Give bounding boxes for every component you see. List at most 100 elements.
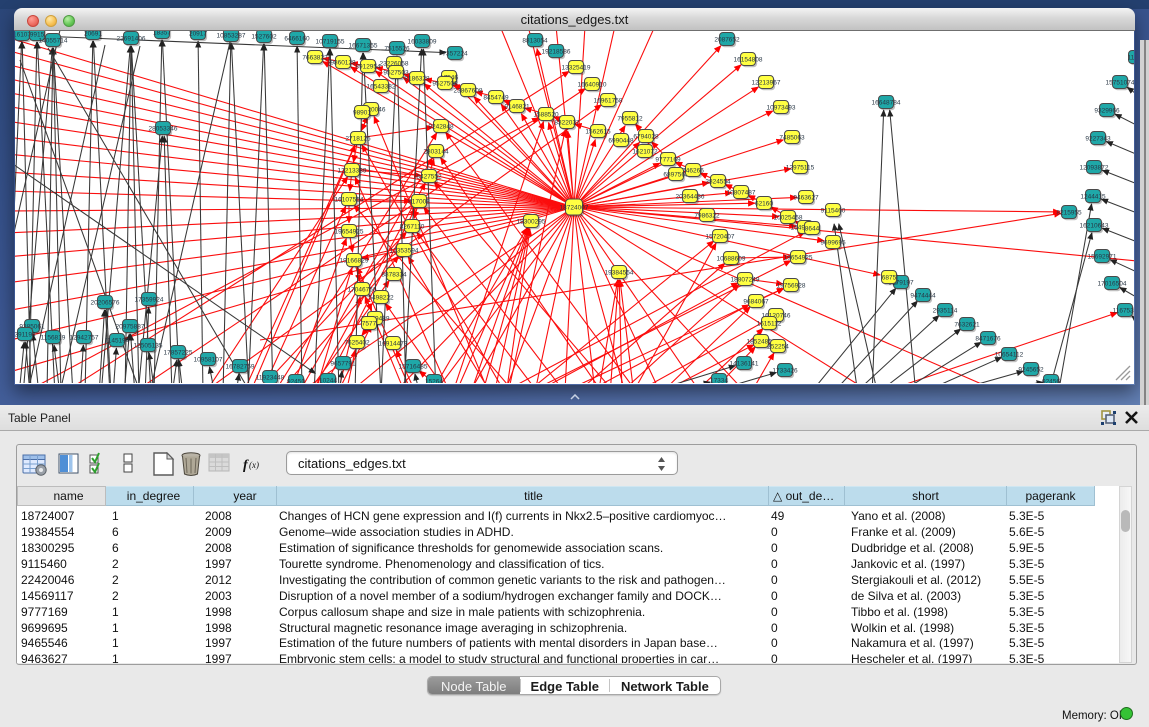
svg-text:10958107: 10958107 (194, 356, 223, 363)
svg-text:9860128: 9860128 (330, 59, 356, 66)
svg-text:20691: 20691 (84, 31, 102, 37)
svg-text:8471676: 8471676 (975, 335, 1001, 342)
svg-text:12353594: 12353594 (390, 247, 419, 254)
svg-text:15716485: 15716485 (399, 363, 428, 370)
svg-text:8912954: 8912954 (355, 63, 381, 70)
svg-text:746266: 746266 (682, 167, 704, 174)
svg-text:16648784: 16648784 (872, 99, 901, 106)
svg-text:19218586: 19218586 (542, 48, 571, 55)
svg-text:1562615: 1562615 (585, 128, 611, 135)
svg-text:7955812: 7955812 (617, 115, 643, 122)
svg-text:6466160: 6466160 (284, 35, 310, 42)
svg-text:7632621: 7632621 (954, 321, 980, 328)
svg-text:6990448: 6990448 (608, 137, 634, 144)
svg-text:17046766: 17046766 (348, 286, 377, 293)
svg-text:1145194: 1145194 (105, 337, 130, 344)
svg-text:8215955: 8215955 (1056, 209, 1082, 216)
svg-text:17857225: 17857225 (164, 349, 193, 356)
svg-text:9115460: 9115460 (821, 207, 846, 214)
svg-text:10025458: 10025458 (774, 214, 803, 221)
svg-text:7485063: 7485063 (779, 134, 805, 141)
svg-text:12093872: 12093872 (1080, 164, 1109, 171)
svg-text:16210643: 16210643 (1080, 222, 1109, 229)
svg-text:14055714: 14055714 (39, 37, 68, 44)
svg-text:16107554: 16107554 (335, 196, 364, 203)
svg-text:23867608: 23867608 (454, 87, 483, 94)
svg-text:1156819: 1156819 (41, 334, 66, 341)
svg-text:2803144: 2803144 (423, 148, 449, 155)
svg-text:2935114: 2935114 (933, 307, 958, 314)
svg-text:18300295: 18300295 (517, 218, 546, 225)
svg-text:14136141: 14136141 (730, 360, 759, 367)
svg-text:3824554: 3824554 (705, 178, 731, 185)
svg-text:7577: 7577 (362, 320, 377, 327)
svg-text:252254: 252254 (767, 343, 789, 350)
svg-text:7515526: 7515526 (384, 45, 410, 52)
svg-text:2087652: 2087652 (714, 36, 740, 43)
svg-text:12213389: 12213389 (338, 167, 367, 174)
svg-text:92456: 92456 (1042, 378, 1060, 383)
svg-text:9463627: 9463627 (793, 194, 819, 201)
svg-text:15264: 15264 (425, 378, 443, 383)
svg-text:8454749: 8454749 (483, 94, 509, 101)
svg-text:8878334: 8878334 (381, 271, 407, 278)
svg-text:9527508: 9527508 (432, 80, 458, 87)
svg-text:391194: 391194 (15, 331, 36, 338)
svg-text:6875: 6875 (882, 274, 897, 281)
svg-text:1527602: 1527602 (251, 33, 277, 40)
svg-text:16154808: 16154808 (734, 56, 763, 63)
svg-text:19654925: 19654925 (784, 254, 813, 261)
svg-text:9227343: 9227343 (1085, 135, 1111, 142)
svg-text:8813054: 8813054 (522, 37, 548, 44)
svg-text:10853287: 10853287 (217, 32, 246, 39)
svg-text:1621072: 1621072 (632, 148, 658, 155)
svg-text:15720407: 15720407 (706, 233, 735, 240)
svg-text:19756928: 19756928 (777, 282, 806, 289)
svg-text:8427552: 8427552 (416, 173, 442, 180)
svg-text:9242848: 9242848 (428, 123, 454, 130)
svg-text:17016504: 17016504 (1098, 280, 1127, 287)
svg-text:19166829: 19166829 (340, 257, 369, 264)
svg-text:7663822: 7663822 (302, 54, 328, 61)
svg-text:10807487: 10807487 (727, 189, 756, 196)
svg-text:62160: 62160 (755, 200, 773, 207)
svg-text:10654112: 10654112 (995, 351, 1024, 358)
svg-text:19384554: 19384554 (605, 269, 634, 276)
svg-text:10719155: 10719155 (316, 38, 345, 45)
svg-text:20364436: 20364436 (676, 193, 705, 200)
svg-text:8644: 8644 (805, 225, 820, 232)
svg-text:98901: 98901 (353, 109, 371, 116)
svg-text:15692971: 15692971 (1088, 253, 1117, 260)
svg-text:18807249: 18807249 (731, 276, 760, 283)
svg-text:15751074: 15751074 (1106, 79, 1134, 86)
svg-text:18357: 18357 (153, 31, 171, 36)
svg-text:7986322: 7986322 (694, 212, 720, 219)
svg-text:20975887: 20975887 (116, 323, 145, 330)
svg-text:16640910: 16640910 (578, 81, 607, 88)
svg-text:1733426: 1733426 (772, 367, 798, 374)
svg-text:17334: 17334 (710, 377, 728, 383)
svg-text:1167533: 1167533 (1113, 307, 1134, 314)
svg-text:7357224: 7357224 (442, 50, 468, 57)
svg-text:20917: 20917 (189, 31, 207, 37)
svg-text:12213967: 12213967 (752, 79, 781, 86)
svg-text:12505135: 12505135 (134, 342, 163, 349)
svg-text:12942757: 12942757 (70, 334, 99, 341)
svg-text:12975115: 12975115 (786, 164, 815, 171)
svg-text:6794028: 6794028 (633, 133, 659, 140)
svg-text:1588520: 1588520 (533, 111, 559, 118)
svg-text:11923448: 11923448 (256, 374, 285, 381)
svg-text:9146821: 9146821 (504, 103, 530, 110)
svg-text:9684067: 9684067 (743, 298, 769, 305)
svg-text:17359924: 17359924 (135, 296, 164, 303)
svg-text:11173: 11173 (1127, 54, 1134, 61)
svg-text:16961758: 16961758 (594, 97, 623, 104)
svg-text:16543382: 16543382 (367, 83, 396, 90)
svg-text:9329966: 9329966 (1094, 107, 1120, 114)
svg-text:10688609: 10688609 (717, 255, 746, 262)
svg-text:7625402: 7625402 (344, 339, 370, 346)
svg-text:1615112: 1615112 (757, 320, 782, 327)
svg-text:18724007: 18724007 (560, 204, 589, 211)
svg-text:9699695: 9699695 (820, 239, 846, 246)
svg-text:8267110: 8267110 (400, 223, 425, 230)
